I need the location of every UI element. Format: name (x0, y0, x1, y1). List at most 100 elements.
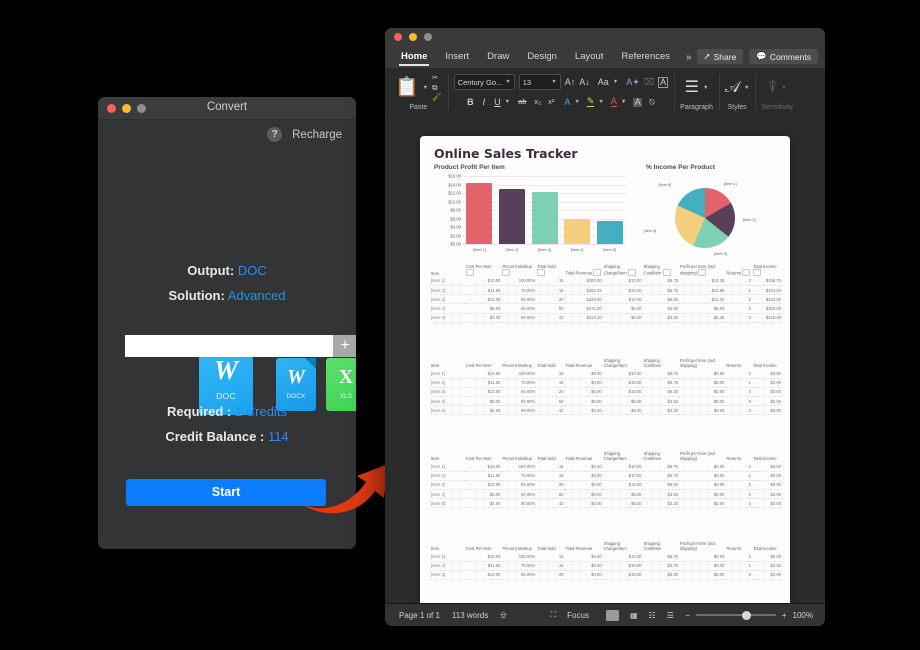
chevron-down-icon[interactable]: ▼ (744, 85, 749, 91)
table-row[interactable]: [Item 4] $5.00 90.00% 50 $0.00 $5.00 $3.50 $0.0… (430, 396, 782, 407)
change-case-icon[interactable]: Aa (598, 77, 609, 87)
subscript-icon[interactable]: x₂ (534, 98, 541, 106)
column-filter-icon[interactable] (593, 269, 602, 276)
table-row[interactable]: [Item 1] $10.00 100.00% 15 $300.00 $10.00 $5.7… (430, 276, 782, 286)
chart-bar[interactable] (564, 218, 591, 244)
italic-icon[interactable]: I (483, 97, 486, 107)
data-table[interactable]: Item Cost Per Item Percent Markup Total Sol… (430, 358, 782, 416)
pie-chart[interactable]: [Item 1] [Item 2] [Item 3] [Item 4] [Item 5] (635, 178, 785, 260)
help-icon[interactable]: ? (267, 127, 283, 142)
outline-view-icon[interactable]: ☷ (649, 611, 656, 620)
bar-chart[interactable]: $0.00 $2.00 $4.00 $6.00 $8.00 $10.00 $12.00 $14… (430, 174, 630, 260)
styles-icon[interactable]: 𝒜 (725, 79, 740, 96)
document-canvas[interactable]: Online Sales Tracker Product Profit Per … (385, 116, 825, 604)
table-row[interactable]: [Item 3] $13.00 65.00% 20 $0.00 $10.00 $6.25 $0… (430, 480, 782, 491)
chevron-down-icon[interactable]: ▼ (598, 99, 603, 105)
chart-bar[interactable] (498, 189, 525, 244)
text-effects-icon[interactable]: A✦ (626, 77, 640, 87)
web-layout-view-icon[interactable]: ▦ (630, 611, 638, 620)
table-row[interactable]: [Item 4] $5.00 90.00% 50 $475.00 $5.00 $3.50 $6… (430, 303, 782, 314)
table-row[interactable]: [Item 2] $11.50 75.00% 18 $0.00 $10.00 $5.75 $0… (430, 378, 782, 388)
decrease-font-size-icon[interactable]: A↓ (579, 77, 590, 87)
character-border-icon[interactable]: ⍉ (649, 97, 654, 107)
add-file-button[interactable]: + (333, 335, 356, 357)
table-row[interactable]: [Item 1] $10.00 100.00% 15 $0.00 $10.00 $5.75 $… (430, 552, 782, 562)
increase-font-size-icon[interactable]: A↑ (565, 77, 576, 87)
zoom-level[interactable]: 100% (793, 611, 813, 620)
text-highlight-box-icon[interactable]: A (658, 76, 669, 88)
draft-view-icon[interactable]: ☰ (667, 611, 674, 620)
format-painter-icon[interactable]: 🖌 (432, 93, 442, 101)
file-path-input[interactable] (125, 335, 333, 357)
chevron-down-icon[interactable]: ▼ (621, 99, 626, 105)
focus-label[interactable]: Focus (567, 611, 589, 620)
table-row[interactable]: [Item 3] $13.00 65.00% 20 $0.00 $10.00 $6.25 $0… (430, 387, 782, 398)
bold-icon[interactable]: B (467, 97, 474, 107)
strikethrough-icon[interactable]: ab (518, 98, 526, 106)
chevron-down-icon[interactable]: ▼ (613, 79, 618, 85)
recharge-button[interactable]: Recharge (292, 129, 342, 141)
column-filter-icon[interactable] (753, 269, 761, 276)
chart-bar[interactable] (596, 221, 623, 244)
underline-icon[interactable]: U (494, 97, 501, 107)
tab-references[interactable]: References (612, 46, 679, 68)
superscript-icon[interactable]: x² (548, 98, 554, 106)
table-row[interactable]: [Item 5] $4.00 90.00% 42 $0.00 $5.00 $3.25 $0.0… (430, 498, 782, 509)
document-page[interactable]: Online Sales Tracker Product Profit Per … (420, 136, 790, 604)
tab-insert[interactable]: Insert (436, 46, 478, 68)
column-filter-icon[interactable] (537, 269, 546, 276)
table-row[interactable]: [Item 2] $11.50 75.00% 18 $0.00 $10.00 $5.75 $0… (430, 561, 782, 571)
close-icon[interactable] (394, 33, 402, 41)
share-button[interactable]: ➚ Share (696, 49, 744, 64)
font-size-select[interactable]: 13 ▼ (518, 74, 561, 90)
column-filter-icon[interactable] (627, 269, 636, 276)
zoom-in-button[interactable]: + (782, 611, 787, 620)
font-name-select[interactable]: Century Go... ▼ (453, 74, 515, 90)
column-filter-icon[interactable] (662, 269, 671, 276)
tab-draw[interactable]: Draw (478, 46, 518, 68)
minimize-icon[interactable] (409, 33, 417, 41)
zoom-slider[interactable] (695, 610, 776, 620)
text-shading-icon[interactable]: A (633, 97, 643, 107)
output-value[interactable]: DOC (238, 263, 267, 278)
tab-home[interactable]: Home (392, 46, 436, 68)
table-row[interactable]: [Item 4] $5.00 90.00% 50 $0.00 $5.00 $3.50 $0.0… (430, 489, 782, 500)
start-button[interactable]: Start (126, 479, 326, 506)
comments-button[interactable]: 💬 Comments (749, 49, 818, 64)
table-row[interactable]: [Item 5] $4.00 90.00% 42 $0.00 $5.00 $3.25 $0.0… (430, 405, 782, 416)
copy-icon[interactable]: ⧉ (432, 84, 442, 92)
data-table[interactable]: Item Cost Per Item Percent Markup Total Sol… (430, 541, 782, 581)
tab-design[interactable]: Design (518, 46, 566, 68)
chevron-down-icon[interactable]: ▼ (505, 99, 510, 105)
cut-icon[interactable]: ✂ (432, 74, 442, 82)
clear-formatting-icon[interactable]: ⌧ (644, 77, 654, 87)
column-filter-icon[interactable] (502, 269, 511, 276)
chart-bar[interactable] (466, 183, 493, 244)
font-color-blue-icon[interactable]: A (564, 97, 570, 107)
table-row[interactable]: [Item 3] $13.00 65.00% 20 $0.00 $10.00 $6.25 $0… (430, 570, 782, 581)
column-filter-icon[interactable] (698, 269, 707, 276)
paragraph-align-icon[interactable]: ☰ (685, 79, 699, 96)
paste-icon[interactable]: 📋 (395, 78, 419, 97)
print-layout-view-icon[interactable] (605, 609, 619, 621)
solution-value[interactable]: Advanced (228, 288, 286, 303)
page-indicator[interactable]: Page 1 of 1 (399, 611, 440, 620)
table-row[interactable]: [Item 1] $10.00 100.00% 15 $0.00 $10.00 $5.75 $… (430, 462, 782, 472)
language-proofing-icon[interactable]: ⎒ (500, 610, 506, 620)
chevron-down-icon[interactable]: ▼ (423, 85, 428, 91)
maximize-icon[interactable] (424, 33, 432, 41)
zoom-slider-thumb[interactable] (741, 610, 751, 620)
data-table[interactable]: Item Cost Per Item Percent Markup Total Sol… (430, 451, 782, 509)
zoom-out-button[interactable]: − (685, 611, 690, 620)
chart-bar[interactable] (531, 192, 558, 244)
font-color-red-icon[interactable]: A (610, 97, 617, 107)
column-filter-icon[interactable] (742, 269, 751, 276)
focus-mode-icon[interactable]: ⛶ (551, 610, 557, 620)
chevron-down-icon[interactable]: ▼ (703, 85, 708, 91)
word-count[interactable]: 113 words (452, 611, 488, 620)
tab-layout[interactable]: Layout (566, 46, 613, 68)
table-row[interactable]: [Item 3] $13.00 65.00% 20 $429.00 $10.00 $6.25… (430, 294, 782, 305)
highlight-color-icon[interactable]: ✎ (586, 97, 595, 107)
data-table[interactable]: Item Cost Per Item Percent Markup Total S… (430, 264, 782, 323)
table-row[interactable]: [Item 2] $11.50 75.00% 18 $0.00 $10.00 $5.75 $0… (430, 471, 782, 481)
